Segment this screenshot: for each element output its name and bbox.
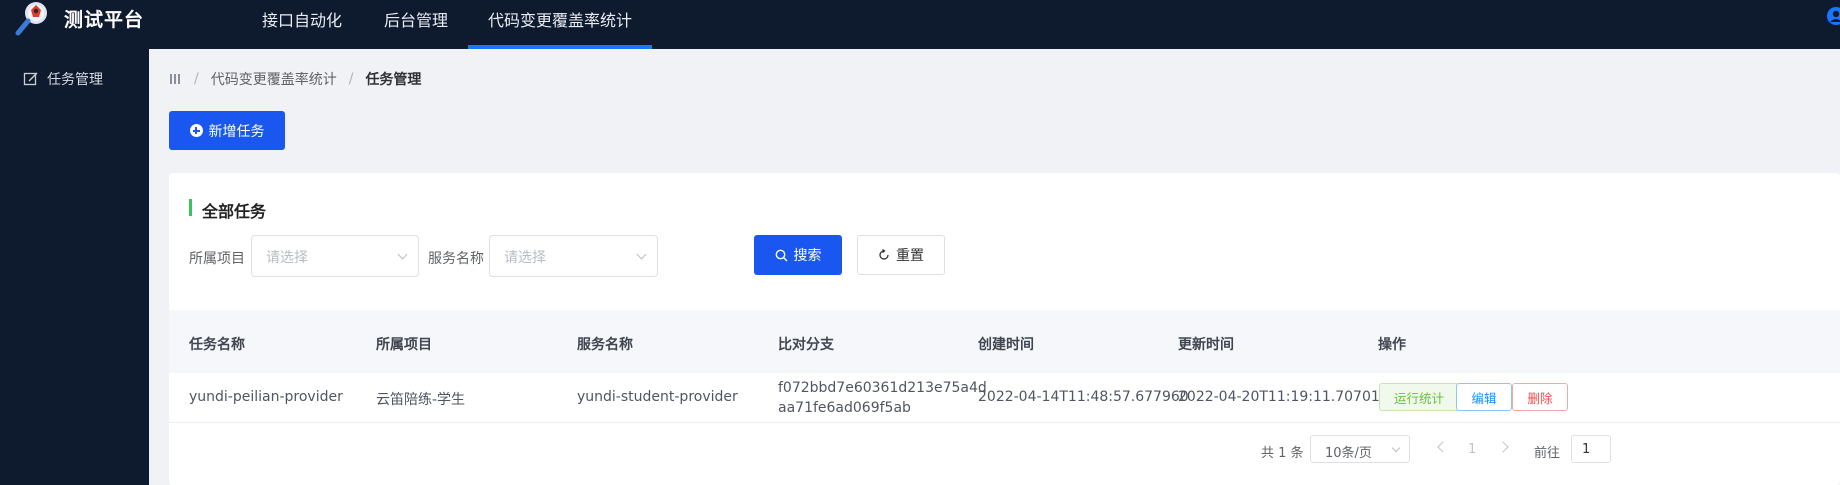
search-button[interactable]: 搜索: [754, 235, 842, 275]
prev-page-icon[interactable]: [1437, 441, 1449, 453]
breadcrumb: / 代码变更覆盖率统计 / 任务管理: [170, 69, 421, 89]
breadcrumb-item-current: 任务管理: [365, 72, 422, 88]
task-card: 全部任务 所属项目 请选择 服务名称 请选择 搜索 重置 任务名称 所属项目 服…: [169, 173, 1840, 485]
column-header[interactable]: 任务名称: [189, 334, 245, 354]
nav-coverage-stats[interactable]: 代码变更覆盖率统计: [468, 0, 652, 49]
next-page-icon[interactable]: [1497, 441, 1509, 453]
table-header: 任务名称 所属项目 服务名称 比对分支 创建时间 更新时间 操作: [169, 310, 1840, 373]
column-header[interactable]: 比对分支: [778, 334, 834, 354]
delete-button[interactable]: 删除: [1512, 383, 1568, 411]
chevron-down-icon: [1391, 443, 1401, 453]
cell-project: 云笛陪练-学生: [376, 392, 466, 408]
cell-task-name: yundi-peilian-provider: [189, 389, 343, 405]
add-task-button[interactable]: 新增任务: [169, 111, 285, 150]
main-content: / 代码变更覆盖率统计 / 任务管理 新增任务 全部任务 所属项目 请选择 服务…: [149, 49, 1840, 485]
sidebar-item-label: 任务管理: [47, 72, 103, 88]
page-number[interactable]: 1: [1468, 442, 1476, 457]
edit-button[interactable]: 编辑: [1456, 383, 1512, 411]
logo-icon[interactable]: [12, 0, 56, 40]
sidebar: 任务管理: [0, 49, 149, 485]
run-stats-button[interactable]: 运行统计: [1379, 383, 1459, 411]
cell-branch: f072bbd7e60361d213e75a4daa71fe6ad069f5ab: [778, 380, 987, 416]
cell-created: 2022-04-14T11:48:57.677960: [978, 389, 1189, 405]
column-header[interactable]: 所属项目: [376, 334, 432, 354]
reset-button[interactable]: 重置: [857, 235, 945, 275]
refresh-icon: [879, 249, 889, 260]
task-table: 任务名称 所属项目 服务名称 比对分支 创建时间 更新时间 操作 yundi-p…: [169, 310, 1840, 423]
pagination-total: 共 1 条: [1261, 446, 1304, 461]
project-filter-label: 所属项目: [189, 251, 245, 267]
goto-label: 前往: [1534, 446, 1561, 461]
chevron-down-icon: [397, 249, 408, 260]
service-select[interactable]: 请选择: [489, 235, 658, 277]
chevron-down-icon: [636, 249, 647, 260]
project-select[interactable]: 请选择: [251, 235, 419, 277]
search-icon: [775, 249, 787, 261]
plus-circle-icon: [189, 124, 203, 137]
app-title: 测试平台: [64, 9, 145, 31]
column-header[interactable]: 服务名称: [577, 334, 633, 354]
sidebar-item-task-management[interactable]: 任务管理: [23, 69, 103, 89]
top-header: 测试平台 接口自动化 后台管理 代码变更覆盖率统计: [0, 0, 1840, 49]
menu-icon[interactable]: [170, 73, 182, 85]
cell-updated: 2022-04-20T11:19:11.707015: [1178, 389, 1389, 405]
breadcrumb-item-coverage[interactable]: 代码变更覆盖率统计: [211, 69, 337, 89]
nav-backend-admin[interactable]: 后台管理: [384, 0, 448, 49]
card-title: 全部任务: [189, 198, 266, 222]
column-header[interactable]: 更新时间: [1178, 334, 1234, 354]
column-header[interactable]: 创建时间: [978, 334, 1034, 354]
column-header: 操作: [1378, 337, 1406, 353]
nav-api-automation[interactable]: 接口自动化: [262, 0, 342, 49]
edit-icon: [23, 72, 38, 86]
page-size-select[interactable]: 10条/页: [1310, 435, 1410, 463]
pagination: 共 1 条 10条/页 1 前往 1: [169, 435, 1840, 465]
cell-service: yundi-student-provider: [577, 389, 738, 405]
service-filter-label: 服务名称: [428, 251, 484, 267]
table-row[interactable]: yundi-peilian-provider 云笛陪练-学生 yundi-stu…: [169, 373, 1840, 423]
user-avatar-icon[interactable]: [1826, 6, 1840, 26]
goto-page-input[interactable]: 1: [1571, 435, 1611, 463]
